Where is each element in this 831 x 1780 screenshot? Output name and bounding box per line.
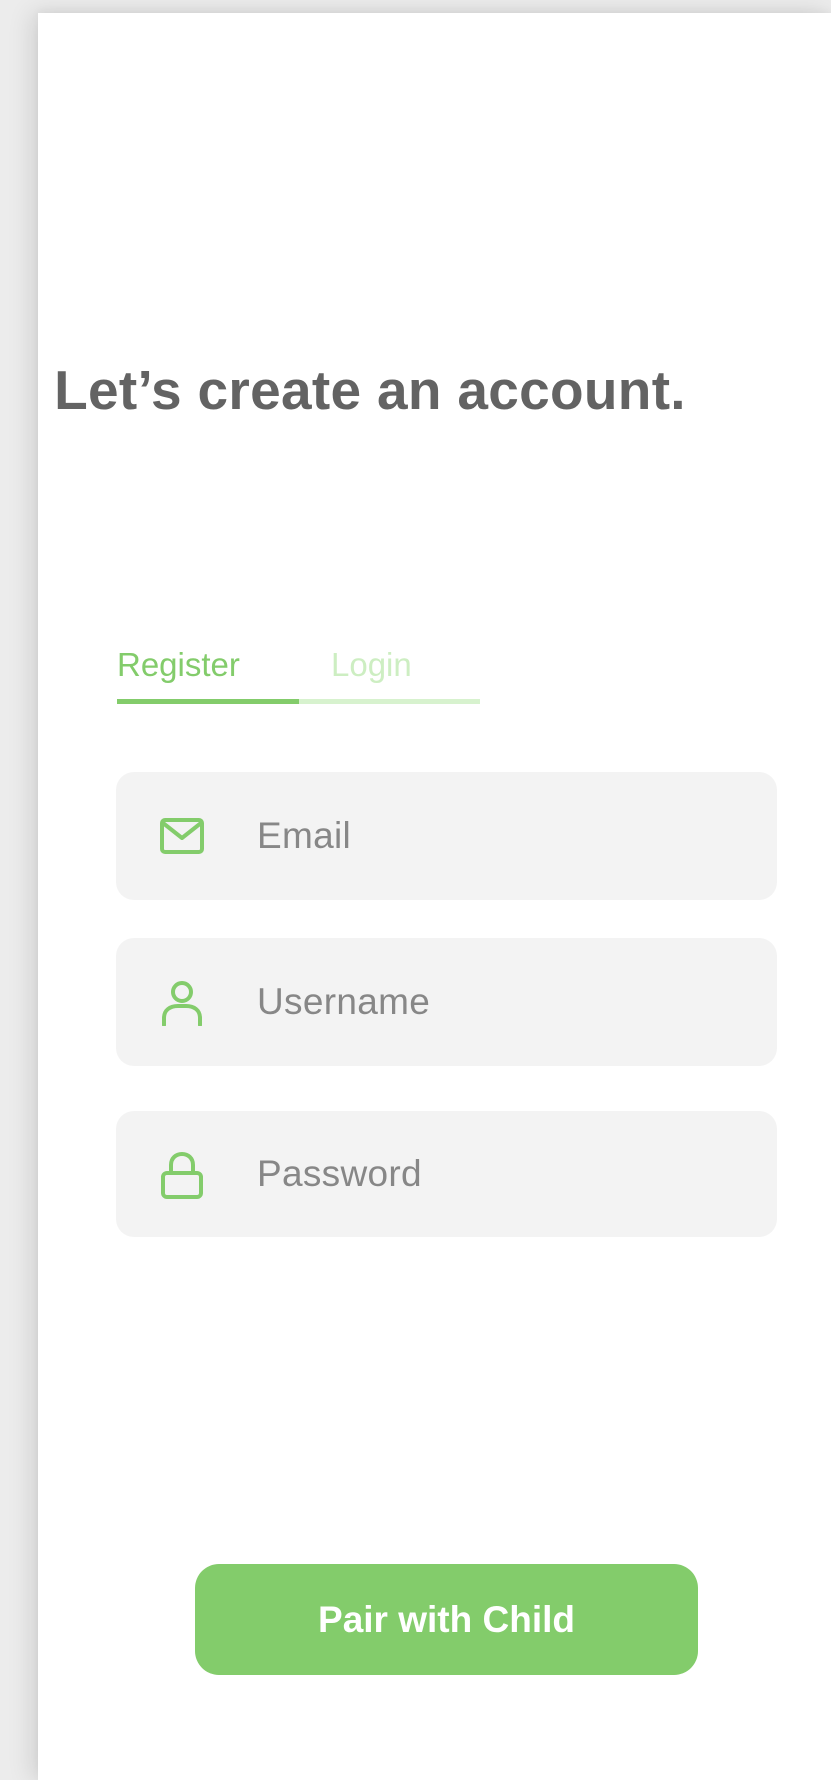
- tab-login-indicator: [299, 699, 480, 704]
- tab-register-indicator: [117, 699, 299, 704]
- auth-tabs: Register Login: [117, 645, 480, 705]
- pair-with-child-button[interactable]: Pair with Child: [195, 1564, 698, 1675]
- tab-register[interactable]: Register: [117, 645, 240, 685]
- email-placeholder: Email: [257, 815, 352, 856]
- mail-icon: [158, 812, 206, 860]
- username-placeholder: Username: [257, 981, 431, 1022]
- password-placeholder: Password: [257, 1153, 422, 1194]
- page-title: Let’s create an account.: [54, 359, 686, 421]
- tab-login[interactable]: Login: [331, 645, 412, 685]
- lock-icon: [158, 1151, 206, 1199]
- username-field[interactable]: Username: [116, 938, 777, 1066]
- password-field[interactable]: Password: [116, 1111, 777, 1237]
- user-icon: [158, 978, 206, 1027]
- email-field[interactable]: Email: [116, 772, 777, 900]
